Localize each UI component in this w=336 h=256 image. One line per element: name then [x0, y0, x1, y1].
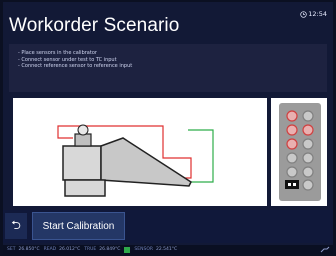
instruction-line: - Connect reference sensor to reference … — [18, 63, 133, 69]
screen: Workorder Scenario 12:54 - Place sensors… — [3, 2, 333, 254]
back-button[interactable]: ⮌ — [5, 213, 27, 239]
status-label: READ — [43, 247, 57, 252]
start-calibration-button[interactable]: Start Calibration — [32, 212, 125, 240]
status-bar: SET 26.850°C READ 26.012°C TRUE 26.849°C SE… — [3, 245, 333, 254]
sensor-panel-diagram — [271, 98, 327, 206]
sensor-ports — [279, 103, 321, 201]
status-value: 26.850°C — [18, 247, 40, 252]
status-value: 26.849°C — [99, 247, 121, 252]
green-wire — [191, 172, 214, 183]
status-label: TRUE — [84, 247, 97, 252]
clock-icon — [300, 10, 307, 18]
clock: 12:54 — [300, 10, 327, 18]
status-label: SET — [7, 247, 16, 252]
status-value: 22.541°C — [156, 247, 178, 252]
stable-check-icon — [124, 246, 131, 253]
instruction-line: - Place sensors in the calibrator — [18, 50, 97, 56]
status-value: 26.012°C — [59, 247, 81, 252]
plug-icon — [320, 246, 330, 253]
green-wire — [188, 129, 214, 172]
dry-block-calibrator — [62, 124, 192, 197]
page-title: Workorder Scenario — [9, 15, 180, 36]
status-label: SENSOR — [134, 247, 153, 252]
instructions-panel: - Place sensors in the calibrator - Conn… — [9, 44, 327, 92]
connection-diagram — [13, 98, 267, 206]
clock-time: 12:54 — [308, 10, 327, 18]
back-arrow-icon: ⮌ — [11, 217, 21, 232]
